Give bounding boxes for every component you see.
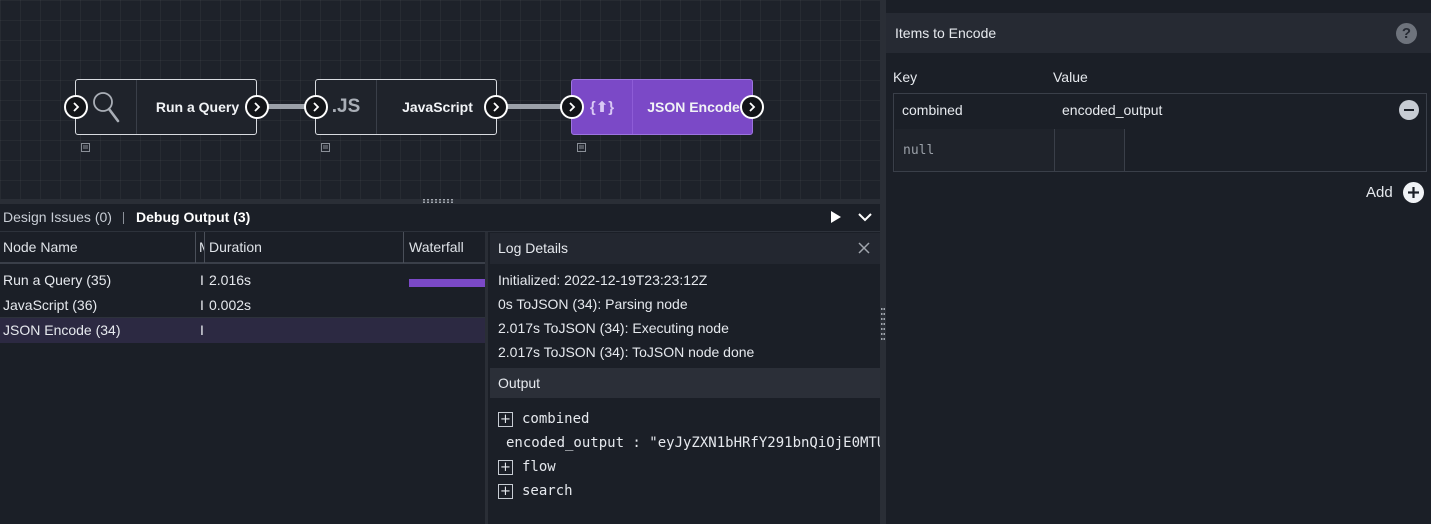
new-value-input[interactable] (1055, 129, 1125, 171)
js-icon-text: .JS (331, 96, 361, 117)
minus-icon (1404, 109, 1414, 111)
panel-top-strip (886, 0, 1431, 13)
node-label: Run a Query (155, 99, 240, 115)
kv-row[interactable]: combined encoded_output (894, 94, 1426, 128)
expand-icon[interactable]: + (498, 411, 513, 427)
new-key-input[interactable]: null (895, 129, 1055, 171)
key-value-table: combined encoded_output null (893, 93, 1427, 172)
table-header: Node Name M Duration Waterfall (0, 232, 487, 264)
table-log-splitter[interactable] (485, 232, 488, 524)
bottom-tabbar: Design Issues (0) Debug Output (3) (0, 204, 880, 232)
tree-key: flow (522, 459, 556, 475)
tree-key-value: encoded_output : "eyJyZXN1bHRfY291bnQiOj… (506, 435, 880, 451)
node-json-encode[interactable]: {⬆} JSON Encode (571, 79, 753, 135)
log-line: Initialized: 2022-12-19T23:23:12Z (498, 272, 708, 288)
node-javascript[interactable]: .JS JavaScript (315, 79, 497, 135)
add-row-button[interactable] (1403, 182, 1424, 203)
log-line: 0s ToJSON (34): Parsing node (498, 296, 688, 312)
tab-debug-output[interactable]: Debug Output (3) (136, 209, 250, 225)
output-port[interactable] (740, 95, 764, 119)
log-details-panel: Log Details Initialized: 2022-12-19T23:2… (490, 233, 880, 524)
node-label: JSON Encode (647, 99, 740, 115)
tree-key: search (522, 483, 573, 499)
input-port[interactable] (304, 95, 328, 119)
workflow-canvas[interactable]: Run a Query .JS JavaScript {⬆} JSON Enco… (0, 0, 880, 200)
cell-m: I (200, 272, 204, 288)
help-icon[interactable]: ? (1396, 23, 1417, 44)
col-duration[interactable]: Duration (209, 239, 262, 255)
kv-new-row: null (894, 128, 1426, 172)
expand-icon[interactable]: + (498, 483, 513, 499)
waterfall-bar (409, 279, 485, 287)
tree-key: combined (522, 411, 590, 427)
resize-grip-icon[interactable] (423, 199, 453, 203)
column-resizer[interactable] (403, 232, 404, 263)
output-header: Output (490, 368, 880, 398)
log-line: 2.017s ToJSON (34): ToJSON node done (498, 344, 755, 360)
debug-table: Node Name M Duration Waterfall Run a Que… (0, 232, 487, 524)
add-label[interactable]: Add (1366, 184, 1393, 201)
tab-divider (123, 212, 124, 224)
cell-duration: 2.016s (209, 272, 252, 288)
output-port[interactable] (484, 95, 508, 119)
node-run-a-query[interactable]: Run a Query (75, 79, 257, 135)
close-icon[interactable] (858, 242, 870, 254)
output-port[interactable] (245, 95, 269, 119)
items-to-encode-header: Items to Encode ? (886, 13, 1431, 53)
input-port[interactable] (560, 95, 584, 119)
note-icon[interactable] (321, 143, 330, 152)
table-row[interactable]: JSON Encode (34) I (0, 318, 485, 343)
plus-icon (1408, 187, 1419, 198)
col-waterfall[interactable]: Waterfall (409, 239, 464, 255)
note-icon[interactable] (81, 143, 90, 152)
play-icon[interactable] (829, 210, 843, 224)
cell-duration: 0.002s (209, 297, 252, 313)
tree-item-combined[interactable]: + combined (498, 410, 589, 428)
log-details-header: Log Details (490, 233, 880, 264)
kv-key[interactable]: combined (902, 102, 963, 118)
tree-item-flow[interactable]: + flow (498, 458, 556, 476)
table-row[interactable]: JavaScript (36) I 0.002s (0, 293, 485, 318)
column-resizer[interactable] (204, 232, 205, 263)
col-node-name[interactable]: Node Name (3, 239, 78, 255)
cell-m: I (200, 322, 204, 338)
kv-value[interactable]: encoded_output (1062, 102, 1162, 118)
value-header: Value (1053, 69, 1088, 85)
resize-grip-icon[interactable] (881, 308, 885, 340)
log-line: 2.017s ToJSON (34): Executing node (498, 320, 729, 336)
cell-m: I (200, 297, 204, 313)
node-label: JavaScript (402, 99, 473, 115)
expand-icon[interactable]: + (498, 459, 513, 475)
key-header: Key (893, 69, 918, 85)
input-port[interactable] (64, 95, 88, 119)
tab-design-issues[interactable]: Design Issues (0) (3, 209, 112, 225)
cell-node-name: JSON Encode (34) (3, 322, 121, 338)
output-title: Output (498, 375, 541, 391)
new-key-placeholder: null (903, 143, 935, 158)
log-details-title: Log Details (498, 240, 569, 256)
note-icon[interactable] (577, 143, 586, 152)
properties-panel: Items to Encode ? Key Value combined enc… (886, 0, 1431, 524)
remove-row-button[interactable] (1399, 100, 1419, 120)
json-icon-text: {⬆} (589, 99, 615, 116)
tree-item-search[interactable]: + search (498, 482, 573, 500)
cell-node-name: Run a Query (35) (3, 272, 112, 288)
table-row[interactable]: Run a Query (35) I 2.016s (0, 268, 485, 293)
section-title: Items to Encode (895, 25, 997, 41)
column-resizer[interactable] (195, 232, 196, 263)
tree-item-encoded-output[interactable]: encoded_output : "eyJyZXN1bHRfY291bnQiOj… (506, 434, 880, 452)
chevron-down-icon[interactable] (857, 210, 873, 224)
cell-node-name: JavaScript (36) (3, 297, 98, 313)
